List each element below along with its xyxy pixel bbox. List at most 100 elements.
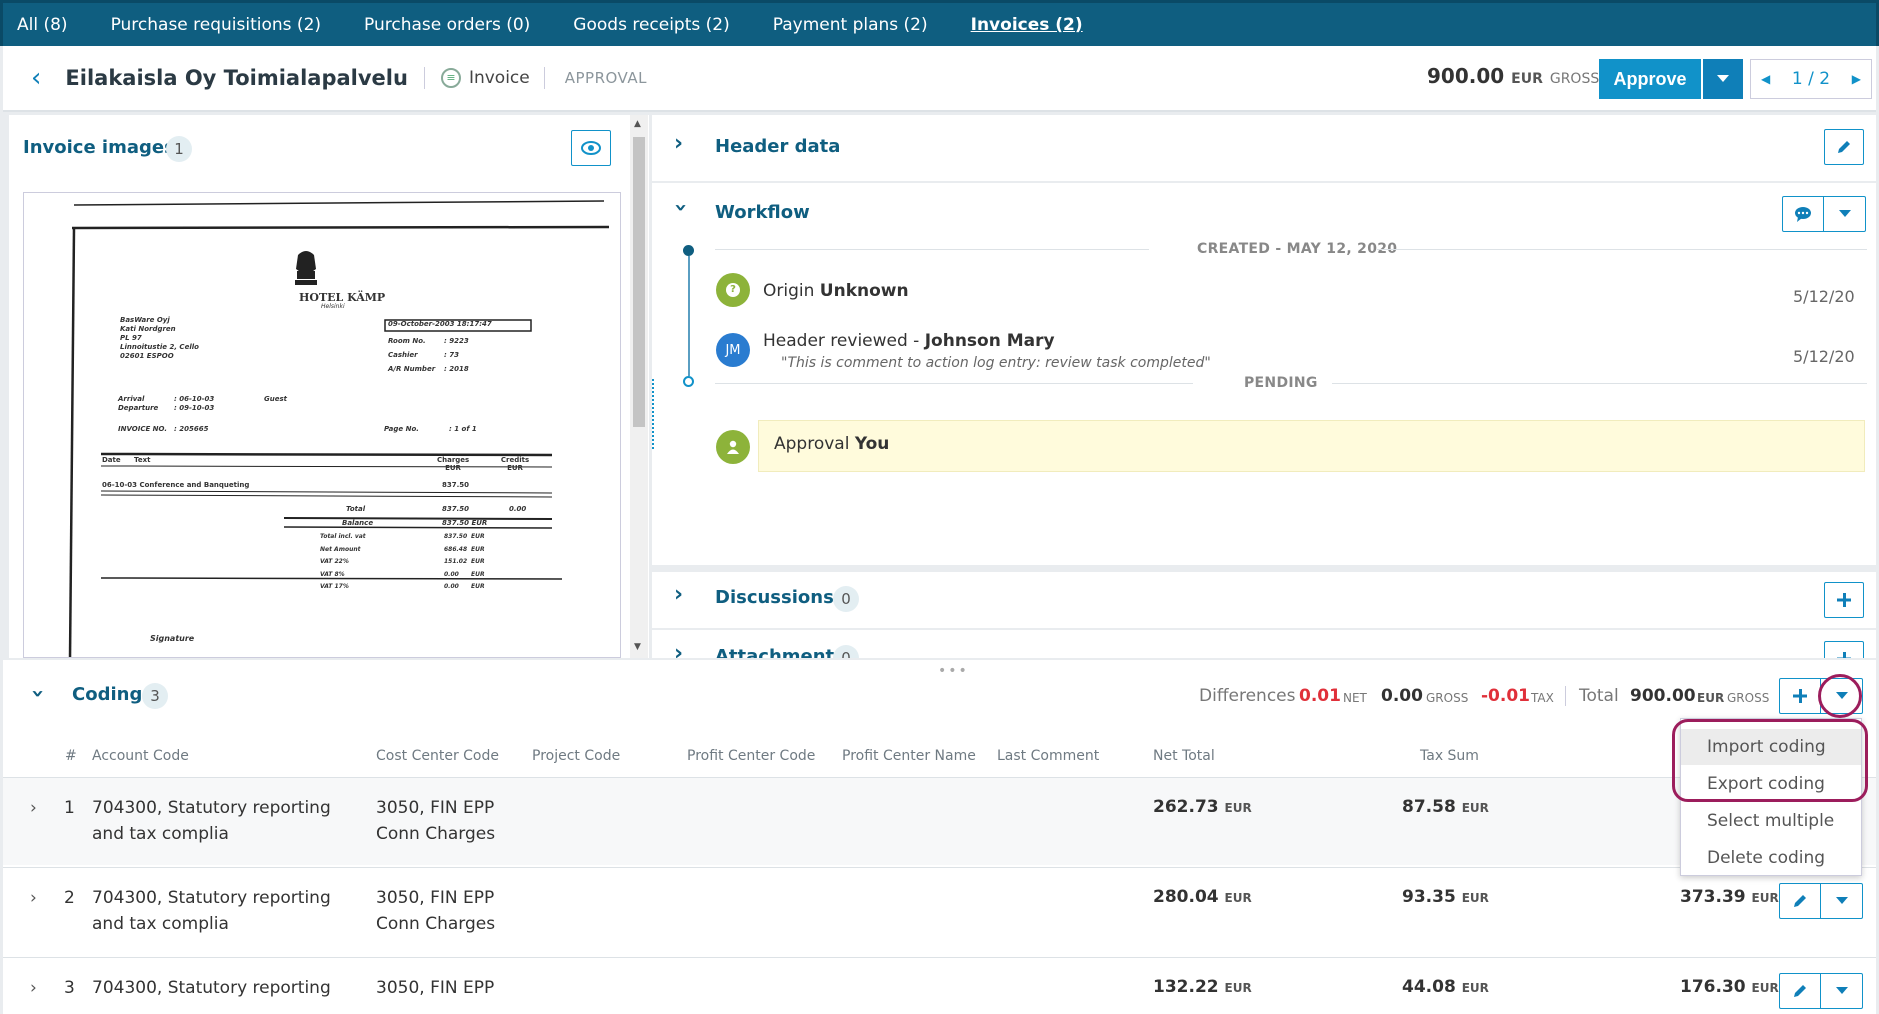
edit-row-button[interactable] [1780,884,1822,918]
select-multiple-menu-item[interactable]: Select multiple [1681,803,1861,839]
highlight-annotation [1818,674,1862,718]
expand-row-icon[interactable]: › [30,885,37,911]
scroll-thumb[interactable] [633,137,645,427]
expand-row-icon[interactable]: › [30,975,37,1001]
prev-page-icon[interactable]: ◀ [1761,72,1770,86]
scroll-up-icon[interactable]: ▲ [634,119,641,129]
col-header-net-total[interactable]: Net Total [1153,748,1215,764]
review-actor: Johnson Mary [924,331,1055,351]
col-header-profit-center-code[interactable]: Profit Center Code [687,748,815,764]
address-line: BasWare Oyj [120,316,170,324]
coding-total-currency: EUR [1697,691,1725,705]
col-header-cost-center[interactable]: Cost Center Code [376,748,499,764]
col-header-last-comment[interactable]: Last Comment [997,748,1099,764]
attachments-title[interactable]: Attachments [715,646,845,658]
chevron-right-icon[interactable]: › [674,131,683,156]
chevron-right-icon[interactable]: › [674,582,683,607]
resize-handle[interactable] [652,379,656,449]
total-label: Total [346,505,366,513]
vat-labels: Total incl. vat Net Amount VAT 22% VAT 8… [320,531,366,594]
col-header-project-code[interactable]: Project Code [532,748,620,764]
review-entry: Header reviewed - Johnson Mary [763,331,1055,351]
attachments-section: › Attachments 0 [652,630,1876,658]
delete-coding-menu-item[interactable]: Delete coding [1681,840,1861,876]
chevron-right-icon[interactable]: › [674,641,683,658]
table-row[interactable]: › 2 704300, Statutory reporting and tax … [3,867,1876,955]
add-attachment-button[interactable] [1824,641,1864,658]
account-code: 704300, Statutory reporting and tax comp… [92,795,331,847]
workflow-actions-button[interactable] [1782,196,1866,232]
doc-type-label: Invoice [468,68,530,88]
chevron-down-icon[interactable]: › [668,203,693,212]
cost-center-line: 3050, FIN EPP [376,888,495,908]
approve-dropdown-button[interactable] [1703,59,1743,99]
stay-value: : 06-10-03 [174,395,215,403]
document-icon: ≡ [440,68,461,88]
expand-row-icon[interactable]: › [30,795,37,821]
cost-center-line: Conn Charges [376,824,496,844]
tab-purchase-requisitions[interactable]: Purchase requisitions (2) [111,15,321,35]
col-header-tax-sum[interactable]: Tax Sum [1420,748,1479,764]
created-divider-right [1377,249,1867,250]
row-menu-button[interactable] [1821,897,1862,905]
view-image-button[interactable] [571,130,611,166]
col-header-account-code[interactable]: Account Code [92,748,189,764]
account-line: and tax complia [92,914,229,934]
workflow-title[interactable]: Workflow [715,202,810,223]
plus-icon [1837,652,1851,658]
highlight-annotation [1672,719,1868,802]
guest-label: Guest [264,395,287,403]
cost-center: 3050, FIN EPP Conn Charges [376,885,495,937]
tab-goods-receipts[interactable]: Goods receipts (2) [573,15,729,35]
tax-sum: 87.58 EUR [1402,797,1489,817]
approval-entry[interactable]: Approval You [758,420,1865,472]
discussions-title[interactable]: Discussions [715,587,834,608]
row-actions [1779,883,1863,919]
add-discussion-button[interactable] [1824,582,1864,618]
tax-sum-currency: EUR [1461,801,1489,815]
row-menu-button[interactable] [1821,987,1862,995]
header-data-title[interactable]: Header data [715,136,840,157]
table-row[interactable]: › 3 704300, Statutory reporting 3050, FI… [3,957,1876,1014]
scroll-down-icon[interactable]: ▼ [634,642,641,652]
vat-values: 837.50 686.48 151.02 0.00 0.00 [444,531,467,594]
col-text: Text [134,456,151,464]
approve-button[interactable]: Approve [1599,59,1701,99]
next-page-icon[interactable]: ▶ [1852,72,1861,86]
divider [423,67,425,89]
vat-value: 151.02 [444,558,468,565]
add-coding-button[interactable] [1780,679,1822,713]
col-header-profit-center-name[interactable]: Profit Center Name [842,748,976,764]
edit-header-button[interactable] [1824,129,1864,165]
invoice-scan[interactable]: HOTEL KÄMP Helsinki BasWare Oyj Kati Nor… [23,192,621,658]
gross-total-currency: EUR [1751,981,1779,995]
vat-currency-label: EUR [471,545,485,553]
workflow-dropdown[interactable] [1824,210,1865,218]
tab-payment-plans[interactable]: Payment plans (2) [773,15,928,35]
table-row[interactable]: › 1 704300, Statutory reporting and tax … [3,777,1876,865]
invoice-images-count: 1 [166,136,192,162]
images-scrollbar[interactable]: ▲ ▼ [630,115,648,658]
vendor-name: Eilakaisla Oy Toimialapalvelu [65,66,408,90]
col-date: Date [102,456,121,464]
tab-all[interactable]: All (8) [17,15,68,35]
top-nav: All (8) Purchase requisitions (2) Purcha… [0,0,1879,46]
account-line: and tax complia [92,824,229,844]
tab-invoices[interactable]: Invoices (2) [971,15,1083,35]
splitter-handle[interactable]: ••• [938,663,969,679]
address-line: PL 97 [120,334,142,342]
back-chevron-icon[interactable]: ‹ [31,63,41,93]
total-label: Total [1579,686,1619,706]
chevron-down-icon[interactable]: › [25,689,50,698]
edit-row-button[interactable] [1780,974,1822,1008]
comment-button[interactable] [1783,197,1825,231]
amount-gross-label: GROSS [1549,71,1600,87]
details-panel: › Header data › Workflow CREATED - MAY 1… [652,115,1876,658]
stay-values: : 06-10-03 : 09-10-03 [174,395,214,413]
row-number: 2 [64,888,75,908]
account-code: 704300, Statutory reporting and tax comp… [92,885,331,937]
coding-title[interactable]: Coding [72,684,142,705]
tab-purchase-orders[interactable]: Purchase orders (0) [364,15,530,35]
vat-label: Total incl. vat [320,533,366,540]
vat-currency-label: EUR [471,533,485,540]
